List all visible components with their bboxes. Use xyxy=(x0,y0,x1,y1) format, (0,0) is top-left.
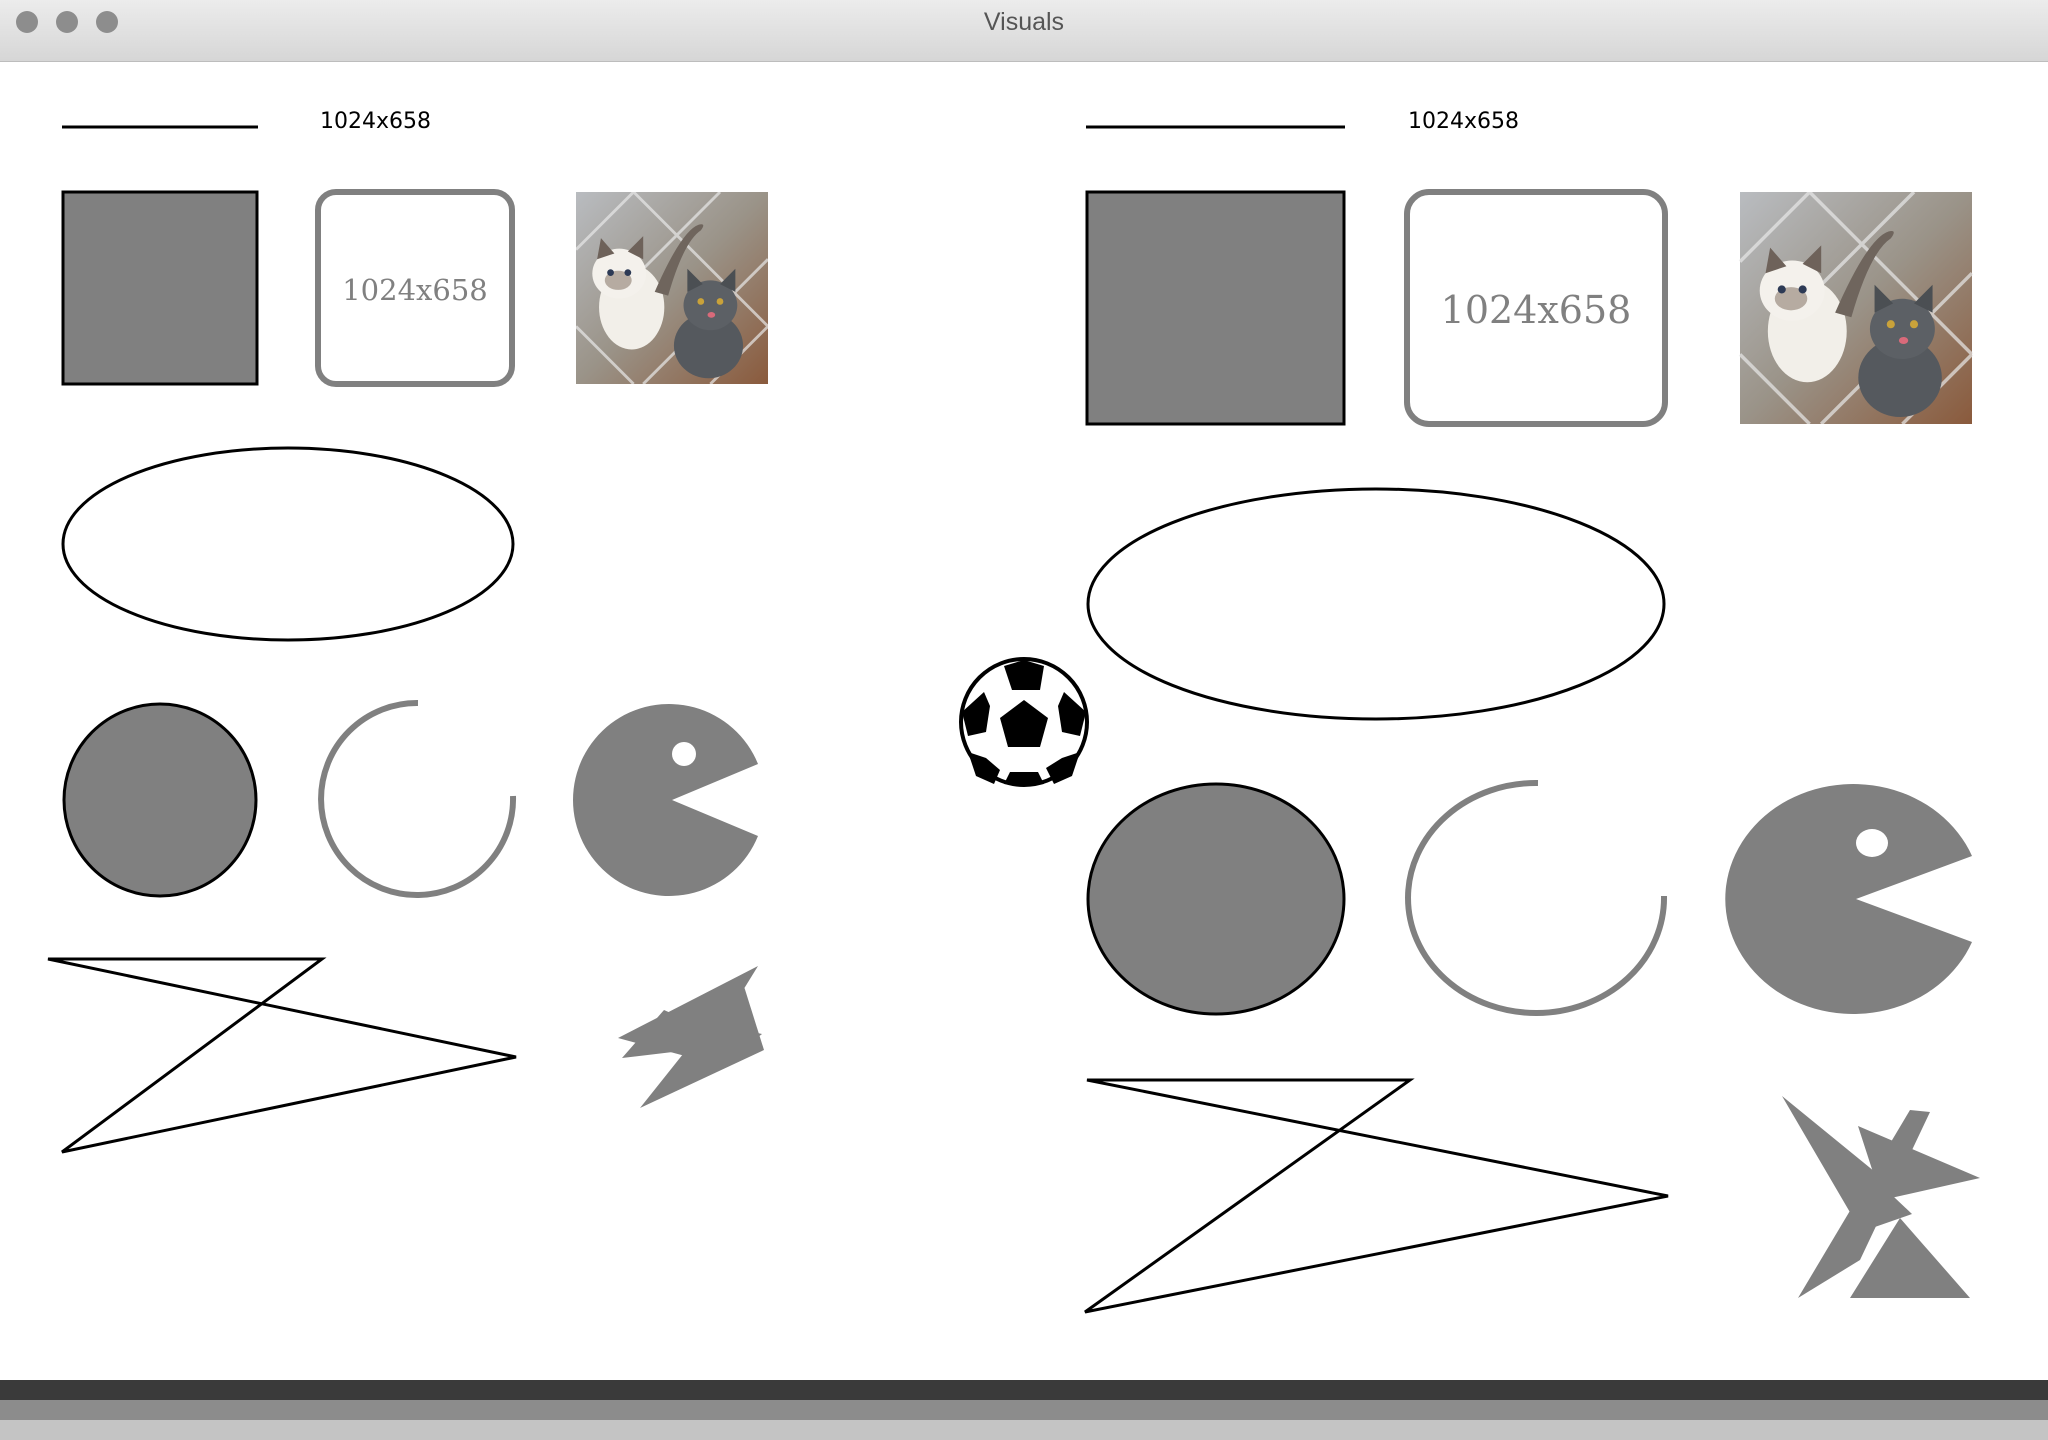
left-size-label: 1024x658 xyxy=(320,109,431,134)
right-box-label: 1024x658 xyxy=(1441,288,1632,332)
left-pacman xyxy=(573,704,758,897)
right-panel: 1024x658 1024x658 xyxy=(1084,109,1980,1314)
right-zigzag-polyline xyxy=(1084,1078,1669,1314)
right-size-label: 1024x658 xyxy=(1408,109,1519,134)
right-ellipse xyxy=(1086,487,1666,721)
right-filled-circle xyxy=(1086,782,1346,1016)
left-filled-square xyxy=(61,190,259,386)
right-pacman xyxy=(1725,784,1972,1015)
right-filled-square xyxy=(1085,190,1346,426)
left-filled-circle xyxy=(62,702,258,898)
left-pacman-eye xyxy=(672,742,696,766)
right-star-shape xyxy=(1782,1096,1980,1298)
bottom-bar-light xyxy=(0,1420,2048,1440)
bottom-bar-dark xyxy=(0,1380,2048,1400)
left-zigzag-polyline xyxy=(47,957,517,1154)
drawing-canvas: 1024x658 1024x658 1024x658 1024x658 xyxy=(0,109,2048,1440)
left-ellipse xyxy=(61,446,515,642)
right-kittens-image xyxy=(1738,192,1974,424)
left-box-label: 1024x658 xyxy=(342,273,488,307)
bottom-bar-mid xyxy=(0,1400,2048,1420)
left-panel: 1024x658 1024x658 xyxy=(47,109,768,1154)
left-kittens-image xyxy=(576,192,768,384)
right-pacman-eye xyxy=(1856,829,1888,857)
left-arc xyxy=(318,699,517,898)
soccer-ball-icon xyxy=(959,657,1089,787)
right-arc xyxy=(1405,779,1668,1016)
left-star-shape xyxy=(618,966,764,1108)
